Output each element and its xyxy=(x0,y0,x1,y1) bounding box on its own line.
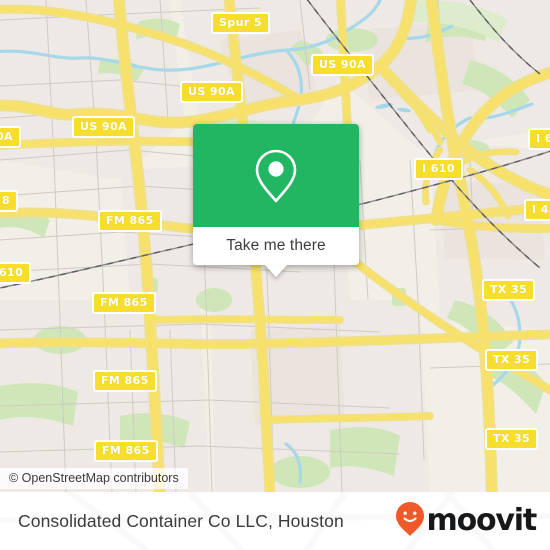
highway-shield: TX 35 xyxy=(485,428,539,450)
take-me-there-button[interactable]: Take me there xyxy=(193,227,359,265)
highway-shield: 610 xyxy=(0,262,32,284)
osm-attribution[interactable]: © OpenStreetMap contributors xyxy=(0,468,188,489)
highway-shield: I 610 xyxy=(414,158,463,180)
place-title: Consolidated Container Co LLC, Houston xyxy=(18,510,344,531)
highway-shield: US 90A xyxy=(311,54,374,76)
highway-shield: 0A xyxy=(0,126,21,148)
highway-shield: Spur 5 xyxy=(211,12,270,34)
map-screenshot: Spur 5 US 90A US 90A US 90A 0A I 610 I 6 I 45 FM… xyxy=(0,0,550,550)
highway-shield: FM 865 xyxy=(93,370,157,392)
highway-shield: TX 35 xyxy=(485,349,539,371)
map-pin-icon xyxy=(253,147,299,205)
highway-shield: FM 865 xyxy=(98,210,162,232)
highway-shield: FM 865 xyxy=(92,292,156,314)
highway-shield: I 6 xyxy=(528,128,550,150)
highway-shield: 8 xyxy=(0,190,19,212)
popup-icon-panel xyxy=(193,124,359,227)
popup-pointer xyxy=(265,265,287,277)
footer-bar: Consolidated Container Co LLC, Houston m… xyxy=(0,492,550,550)
moovit-pin-icon xyxy=(395,501,425,542)
highway-shield: US 90A xyxy=(180,81,243,103)
highway-shield: US 90A xyxy=(72,116,135,138)
moovit-logo[interactable]: moovit xyxy=(395,501,538,542)
highway-shield: FM 865 xyxy=(94,440,158,462)
highway-shield: I 45 xyxy=(524,199,550,221)
highway-shield: TX 35 xyxy=(482,279,536,301)
place-popup-card[interactable]: Take me there xyxy=(193,124,359,277)
moovit-wordmark: moovit xyxy=(426,503,538,538)
map-canvas[interactable]: Spur 5 US 90A US 90A US 90A 0A I 610 I 6 I 45 FM… xyxy=(0,0,550,492)
